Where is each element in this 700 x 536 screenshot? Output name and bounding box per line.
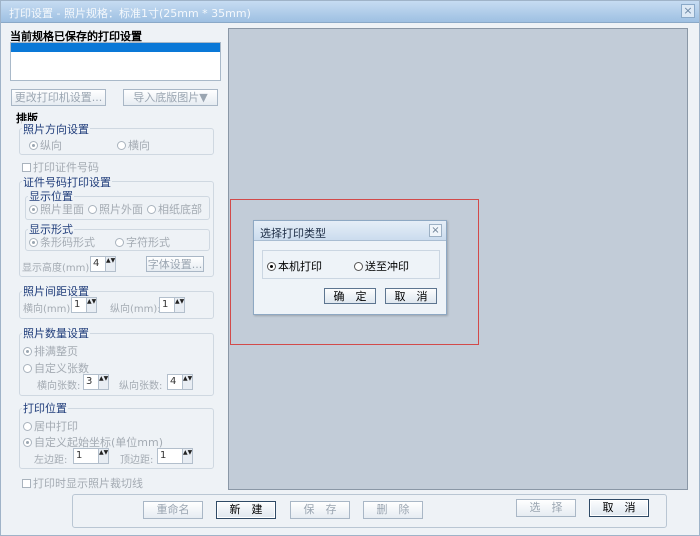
stepper-arrows-icon[interactable]: ▲▼ <box>182 375 192 389</box>
import-background-button[interactable]: 导入底版图片▼ <box>123 89 218 106</box>
font-settings-button[interactable]: 字体设置... <box>146 256 204 272</box>
v-count-label: 纵向张数: <box>119 381 163 392</box>
print-position-legend: 打印位置 <box>22 400 68 416</box>
delete-button[interactable]: 删 除 <box>363 501 423 519</box>
spacing-v-value: 1 <box>162 299 169 310</box>
radio-dot-icon <box>29 238 38 247</box>
change-printer-button[interactable]: 更改打印机设置... <box>11 89 106 106</box>
fill-page-radio[interactable]: 排满整页 <box>23 343 78 359</box>
stepper-arrows-icon[interactable]: ▲▼ <box>182 449 192 463</box>
radio-dot-icon <box>23 422 32 431</box>
print-settings-window: 打印设置 - 照片规格：标准1寸(25mm * 35mm) × 当前规格已保存的… <box>0 0 700 536</box>
cut-lines-checkbox[interactable]: 打印时显示照片裁切线 <box>22 475 143 491</box>
display-height-value: 4 <box>93 258 100 269</box>
radio-dot-icon <box>29 205 38 214</box>
spacing-v-label: 纵向(mm): <box>110 304 161 315</box>
landscape-radio[interactable]: 横向 <box>117 137 150 153</box>
radio-dot-icon <box>23 364 32 373</box>
new-button[interactable]: 新 建 <box>216 501 276 519</box>
dialog-title-bar: 选择打印类型 × <box>254 221 446 241</box>
print-id-checkbox[interactable]: 打印证件号码 <box>22 159 99 175</box>
dialog-ok-button[interactable]: 确 定 <box>324 288 376 304</box>
stepper-arrows-icon[interactable]: ▲▼ <box>174 298 184 312</box>
saved-settings-list[interactable] <box>10 42 221 81</box>
spacing-h-label: 横向(mm): <box>23 304 74 315</box>
form-barcode-radio[interactable]: 条形码形式 <box>29 234 95 250</box>
orientation-legend: 照片方向设置 <box>22 121 90 137</box>
print-type-dialog: 选择打印类型 × 本机打印 送至冲印 确 定 取 消 <box>253 220 447 315</box>
stepper-arrows-icon[interactable]: ▲▼ <box>98 375 108 389</box>
title-bar: 打印设置 - 照片规格：标准1寸(25mm * 35mm) × <box>1 1 699 23</box>
position-inside-radio[interactable]: 照片里面 <box>29 201 84 217</box>
dialog-close-icon[interactable]: × <box>429 224 442 237</box>
top-margin-value: 1 <box>160 450 167 461</box>
spacing-h-value: 1 <box>74 299 81 310</box>
dialog-title: 选择打印类型 <box>260 227 326 240</box>
cancel-button[interactable]: 取 消 <box>589 499 649 517</box>
save-button[interactable]: 保 存 <box>290 501 350 519</box>
checkbox-icon <box>22 163 31 172</box>
saved-settings-selected-row[interactable] <box>11 43 220 52</box>
radio-dot-icon <box>88 205 97 214</box>
window-close-icon[interactable]: × <box>681 4 695 18</box>
spacing-v-stepper[interactable]: 1 ▲▼ <box>159 297 185 313</box>
stepper-arrows-icon[interactable]: ▲▼ <box>86 298 96 312</box>
v-count-stepper[interactable]: 4 ▲▼ <box>167 374 193 390</box>
radio-dot-icon <box>354 262 363 271</box>
dialog-cancel-button[interactable]: 取 消 <box>385 288 437 304</box>
quantity-legend: 照片数量设置 <box>22 325 90 341</box>
radio-dot-icon <box>115 238 124 247</box>
v-count-value: 4 <box>170 376 177 387</box>
radio-dot-icon <box>117 141 126 150</box>
spacing-h-stepper[interactable]: 1 ▲▼ <box>71 297 97 313</box>
position-paper-bottom-radio[interactable]: 相纸底部 <box>147 201 202 217</box>
checkbox-icon <box>22 479 31 488</box>
position-outside-radio[interactable]: 照片外面 <box>88 201 143 217</box>
left-margin-stepper[interactable]: 1 ▲▼ <box>73 448 109 464</box>
radio-dot-icon <box>23 438 32 447</box>
h-count-label: 横向张数: <box>37 381 81 392</box>
form-text-radio[interactable]: 字符形式 <box>115 234 170 250</box>
top-margin-label: 顶边距: <box>120 455 154 466</box>
stepper-arrows-icon[interactable]: ▲▼ <box>98 449 108 463</box>
h-count-value: 3 <box>86 376 93 387</box>
local-print-radio[interactable]: 本机打印 <box>267 258 322 274</box>
top-margin-stepper[interactable]: 1 ▲▼ <box>157 448 193 464</box>
display-height-stepper[interactable]: 4 ▲▼ <box>90 256 116 272</box>
portrait-radio[interactable]: 纵向 <box>29 137 62 153</box>
display-height-label: 显示高度(mm): <box>22 263 93 274</box>
send-to-lab-radio[interactable]: 送至冲印 <box>354 258 409 274</box>
radio-dot-icon <box>267 262 276 271</box>
left-margin-value: 1 <box>76 450 83 461</box>
stepper-arrows-icon[interactable]: ▲▼ <box>105 257 115 271</box>
radio-dot-icon <box>29 141 38 150</box>
h-count-stepper[interactable]: 3 ▲▼ <box>83 374 109 390</box>
radio-dot-icon <box>23 347 32 356</box>
custom-count-radio[interactable]: 自定义张数 <box>23 360 89 376</box>
left-margin-label: 左边距: <box>34 455 68 466</box>
select-button[interactable]: 选 择 <box>516 499 576 517</box>
rename-button[interactable]: 重命名 <box>143 501 203 519</box>
radio-dot-icon <box>147 205 156 214</box>
center-print-radio[interactable]: 居中打印 <box>23 418 78 434</box>
window-title: 打印设置 - 照片规格：标准1寸(25mm * 35mm) <box>9 7 251 20</box>
